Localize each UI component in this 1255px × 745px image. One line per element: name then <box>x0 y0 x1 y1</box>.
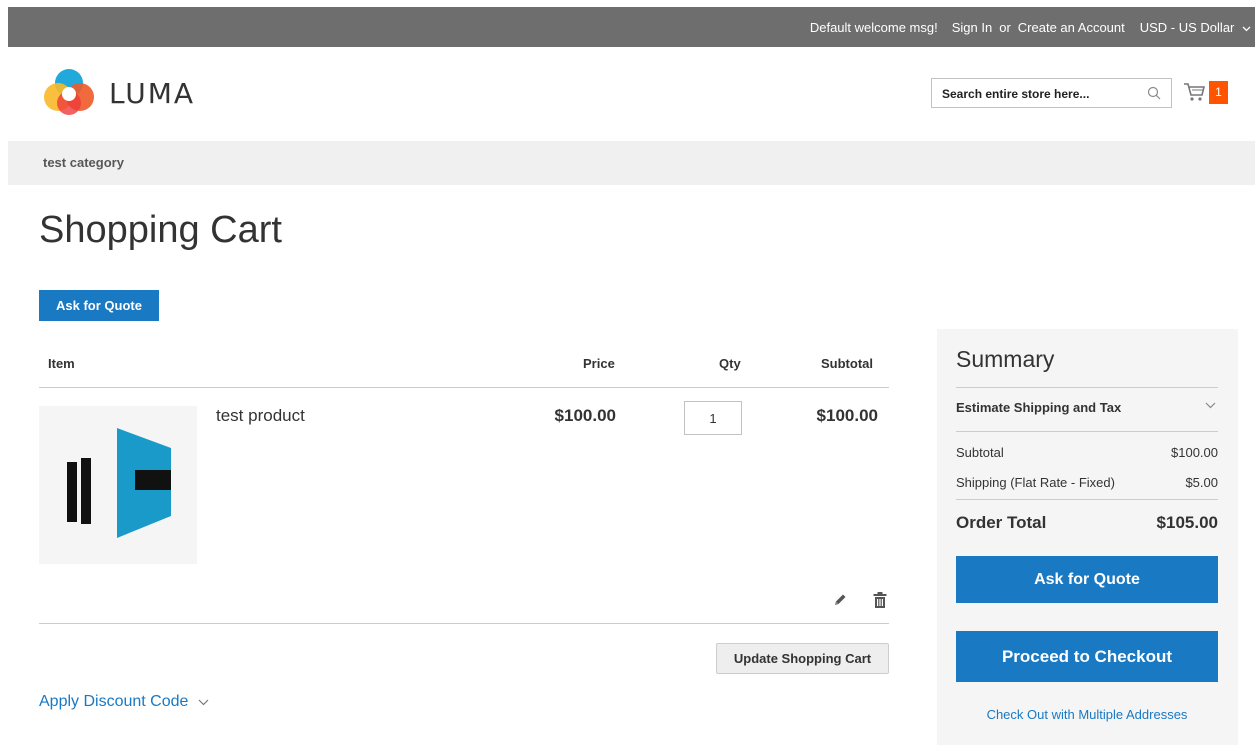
trash-icon[interactable] <box>872 591 888 609</box>
summary-divider <box>956 387 1218 388</box>
chevron-down-icon <box>198 699 209 705</box>
summary-divider <box>956 499 1218 500</box>
column-header-item: Item <box>48 356 75 371</box>
chevron-down-icon <box>1242 26 1251 31</box>
cart-count-badge: 1 <box>1209 81 1228 104</box>
item-subtotal: $100.00 <box>816 406 878 425</box>
search-input[interactable]: Search entire store here... <box>942 87 1089 101</box>
column-header-qty: Qty <box>719 356 741 371</box>
currency-switcher[interactable]: USD - US Dollar <box>1140 20 1251 35</box>
proceed-to-checkout-button[interactable]: Proceed to Checkout <box>956 631 1218 682</box>
order-total: Order Total $105.00 <box>956 513 1218 533</box>
search-field[interactable]: Search entire store here... <box>931 78 1172 108</box>
summary-row-shipping: Shipping (Flat Rate - Fixed) $5.00 <box>956 475 1218 490</box>
apply-discount-toggle[interactable]: Apply Discount Code <box>39 693 209 711</box>
summary-row-value: $100.00 <box>1171 445 1218 460</box>
multiple-addresses-link[interactable]: Check Out with Multiple Addresses <box>956 707 1218 722</box>
column-header-subtotal: Subtotal <box>821 356 873 371</box>
main-navigation: test category <box>8 141 1255 185</box>
page-title: Shopping Cart <box>39 209 282 251</box>
summary-row-label: Subtotal <box>956 445 1004 460</box>
search-icon[interactable] <box>1147 86 1161 100</box>
currency-label: USD - US Dollar <box>1139 19 1235 35</box>
minicart[interactable]: 1 <box>1183 80 1231 106</box>
summary-title: Summary <box>956 346 1055 372</box>
estimate-shipping-label: Estimate Shipping and Tax <box>956 400 1122 415</box>
cart-summary: Summary Estimate Shipping and Tax Subtot… <box>937 329 1238 745</box>
product-logo-icon <box>67 428 171 538</box>
or-text: or <box>999 19 1011 35</box>
estimate-shipping-toggle[interactable]: Estimate Shipping and Tax <box>956 400 1218 415</box>
summary-ask-for-quote-button[interactable]: Ask for Quote <box>956 556 1218 603</box>
sign-in-link[interactable]: Sign In <box>952 20 992 35</box>
summary-row-label: Shipping (Flat Rate - Fixed) <box>956 475 1115 490</box>
welcome-message: Default welcome msg! <box>809 19 938 35</box>
top-panel: Default welcome msg! Sign In or Create a… <box>8 7 1255 47</box>
chevron-down-icon <box>1205 402 1216 409</box>
product-name-link[interactable]: test product <box>216 406 305 426</box>
summary-divider <box>956 431 1218 432</box>
qty-input[interactable]: 1 <box>684 401 742 435</box>
ask-for-quote-button[interactable]: Ask for Quote <box>39 290 159 321</box>
column-header-price: Price <box>583 356 615 371</box>
apply-discount-label: Apply Discount Code <box>39 693 189 710</box>
product-image[interactable] <box>39 406 197 564</box>
cart-icon[interactable] <box>1183 82 1205 102</box>
edit-icon[interactable] <box>832 592 848 608</box>
logo-text: LUMA <box>109 76 196 110</box>
item-price: $100.00 <box>554 406 616 425</box>
header-links: Default welcome msg! Sign In or Create a… <box>810 7 1251 47</box>
table-header-divider <box>39 387 889 388</box>
update-cart-button[interactable]: Update Shopping Cart <box>716 643 889 674</box>
luma-logo-icon <box>44 69 94 115</box>
store-logo[interactable]: LUMA <box>43 67 195 119</box>
nav-item-test-category[interactable]: test category <box>43 155 124 170</box>
summary-row-subtotal: Subtotal $100.00 <box>956 445 1218 460</box>
order-total-label: Order Total <box>956 513 1047 532</box>
create-account-link[interactable]: Create an Account <box>1018 20 1125 35</box>
summary-row-value: $5.00 <box>1185 475 1218 490</box>
order-total-value: $105.00 <box>1156 513 1218 532</box>
cart-table-divider <box>39 623 889 624</box>
